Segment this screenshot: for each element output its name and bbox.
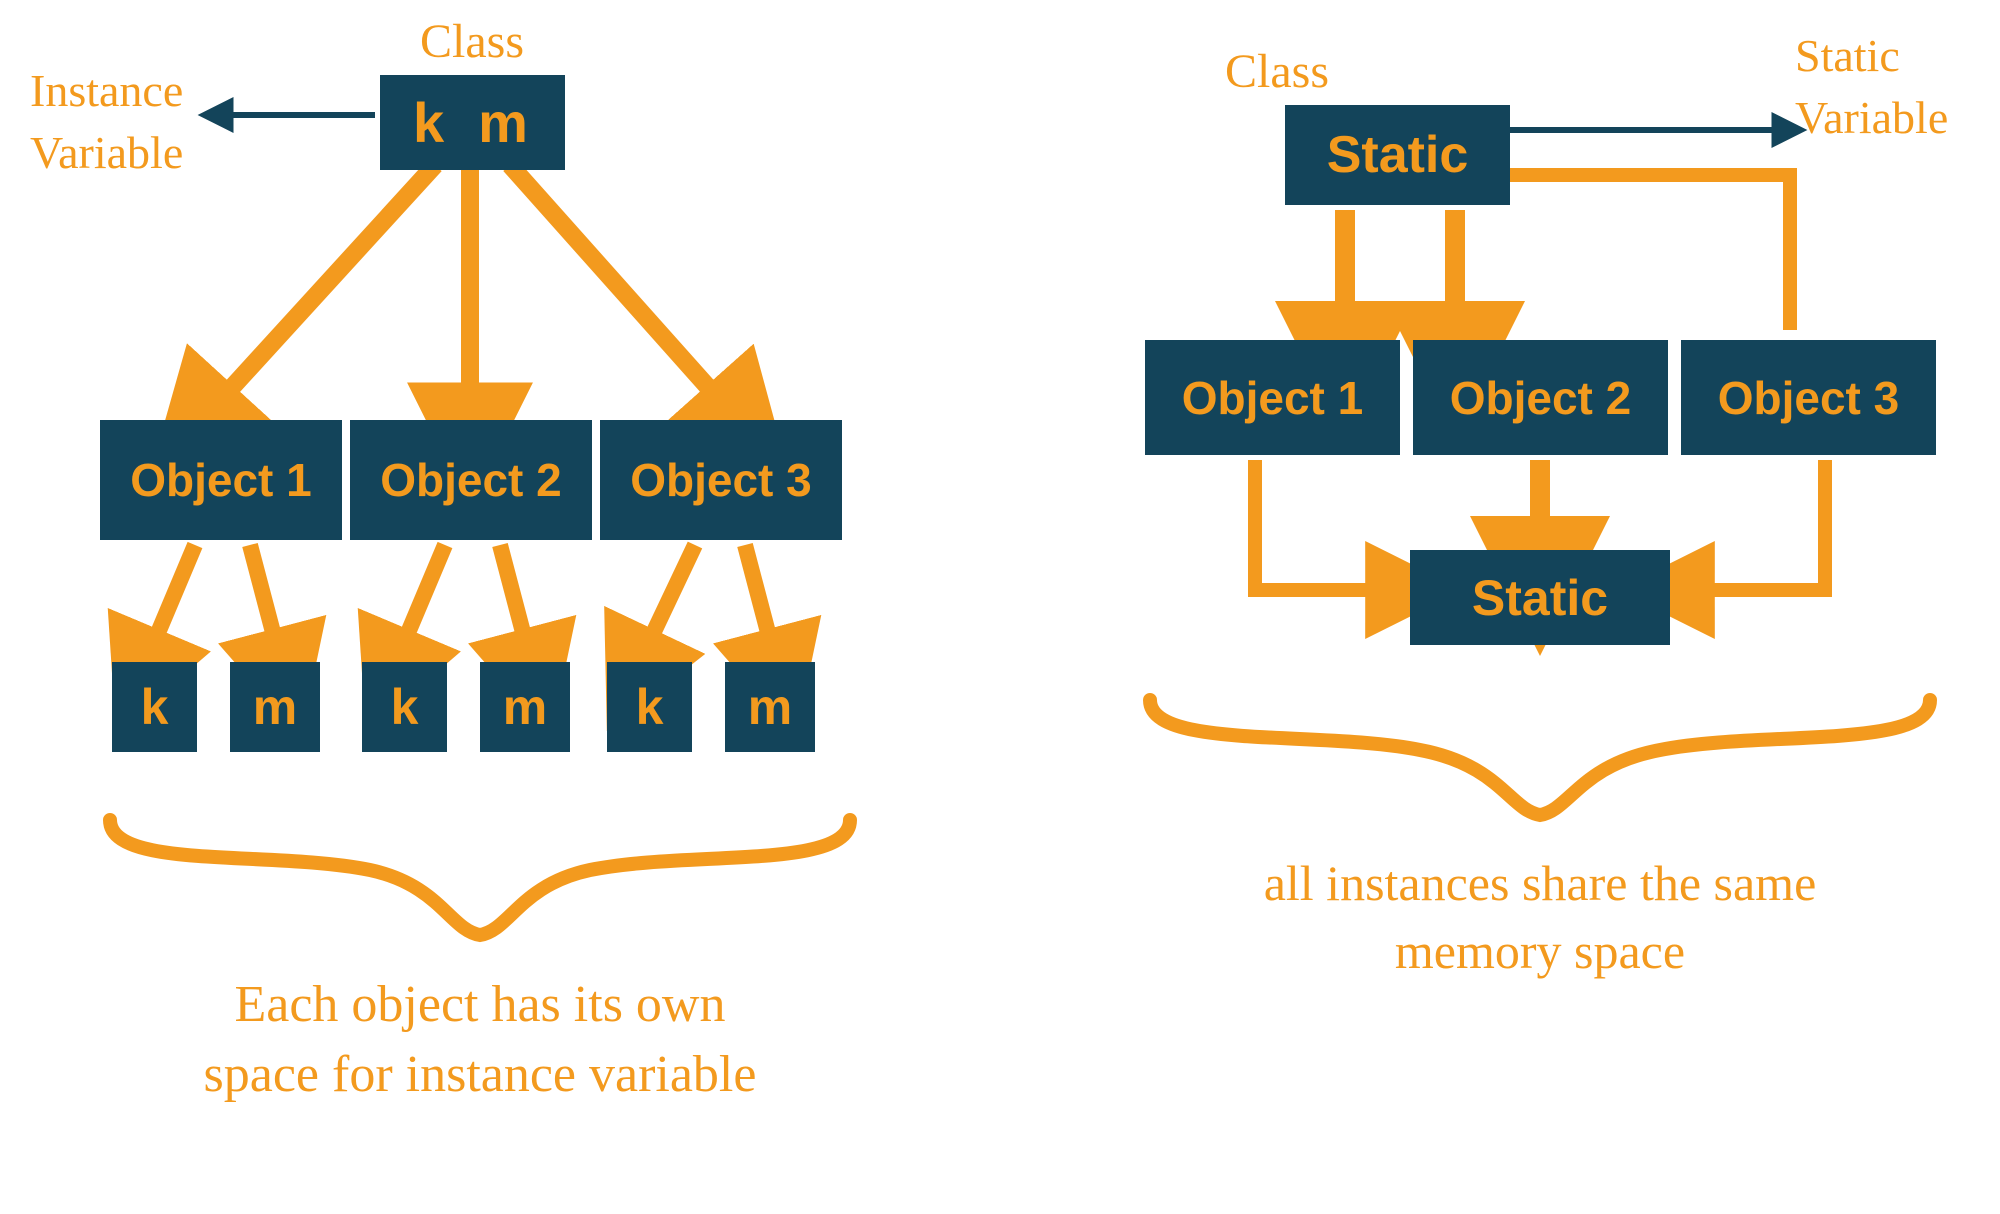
right-object-2: Object 2 <box>1413 340 1668 455</box>
left-obj3-to-m <box>745 545 770 640</box>
right-class-label: Class <box>1225 40 1329 105</box>
right-obj1-to-static <box>1255 460 1375 590</box>
left-obj2-to-m <box>500 545 525 640</box>
left-brace <box>110 820 850 935</box>
left-obj1-to-k <box>155 545 195 640</box>
left-o2-m: m <box>480 662 570 752</box>
class-var-m: m <box>478 90 532 155</box>
right-caption: all instances share the same memory spac… <box>1140 850 1940 985</box>
left-o1-m: m <box>230 662 320 752</box>
left-o2-k: k <box>362 662 447 752</box>
left-object-1: Object 1 <box>100 420 342 540</box>
left-obj3-to-k <box>650 545 695 640</box>
left-o3-k: k <box>607 662 692 752</box>
right-class-box: Static <box>1285 105 1510 205</box>
left-o1-k: k <box>112 662 197 752</box>
left-class-label: Class <box>420 10 524 75</box>
right-shared-static: Static <box>1410 550 1670 645</box>
left-obj1-to-m <box>250 545 275 640</box>
left-class-to-obj3 <box>510 165 715 395</box>
left-caption: Each object has its own space for instan… <box>130 970 830 1110</box>
left-class-box: k m <box>380 75 565 170</box>
right-brace <box>1150 700 1930 815</box>
right-object-1: Object 1 <box>1145 340 1400 455</box>
right-obj3-to-static <box>1705 460 1825 590</box>
left-object-2: Object 2 <box>350 420 592 540</box>
left-object-3: Object 3 <box>600 420 842 540</box>
class-var-k: k <box>413 90 448 155</box>
left-side-label: Instance Variable <box>30 60 240 184</box>
right-side-label: Static Variable <box>1795 25 1995 149</box>
left-class-to-obj1 <box>225 165 435 395</box>
right-object-3: Object 3 <box>1681 340 1936 455</box>
right-class-to-obj3 <box>1505 175 1790 330</box>
left-obj2-to-k <box>405 545 445 640</box>
left-o3-m: m <box>725 662 815 752</box>
